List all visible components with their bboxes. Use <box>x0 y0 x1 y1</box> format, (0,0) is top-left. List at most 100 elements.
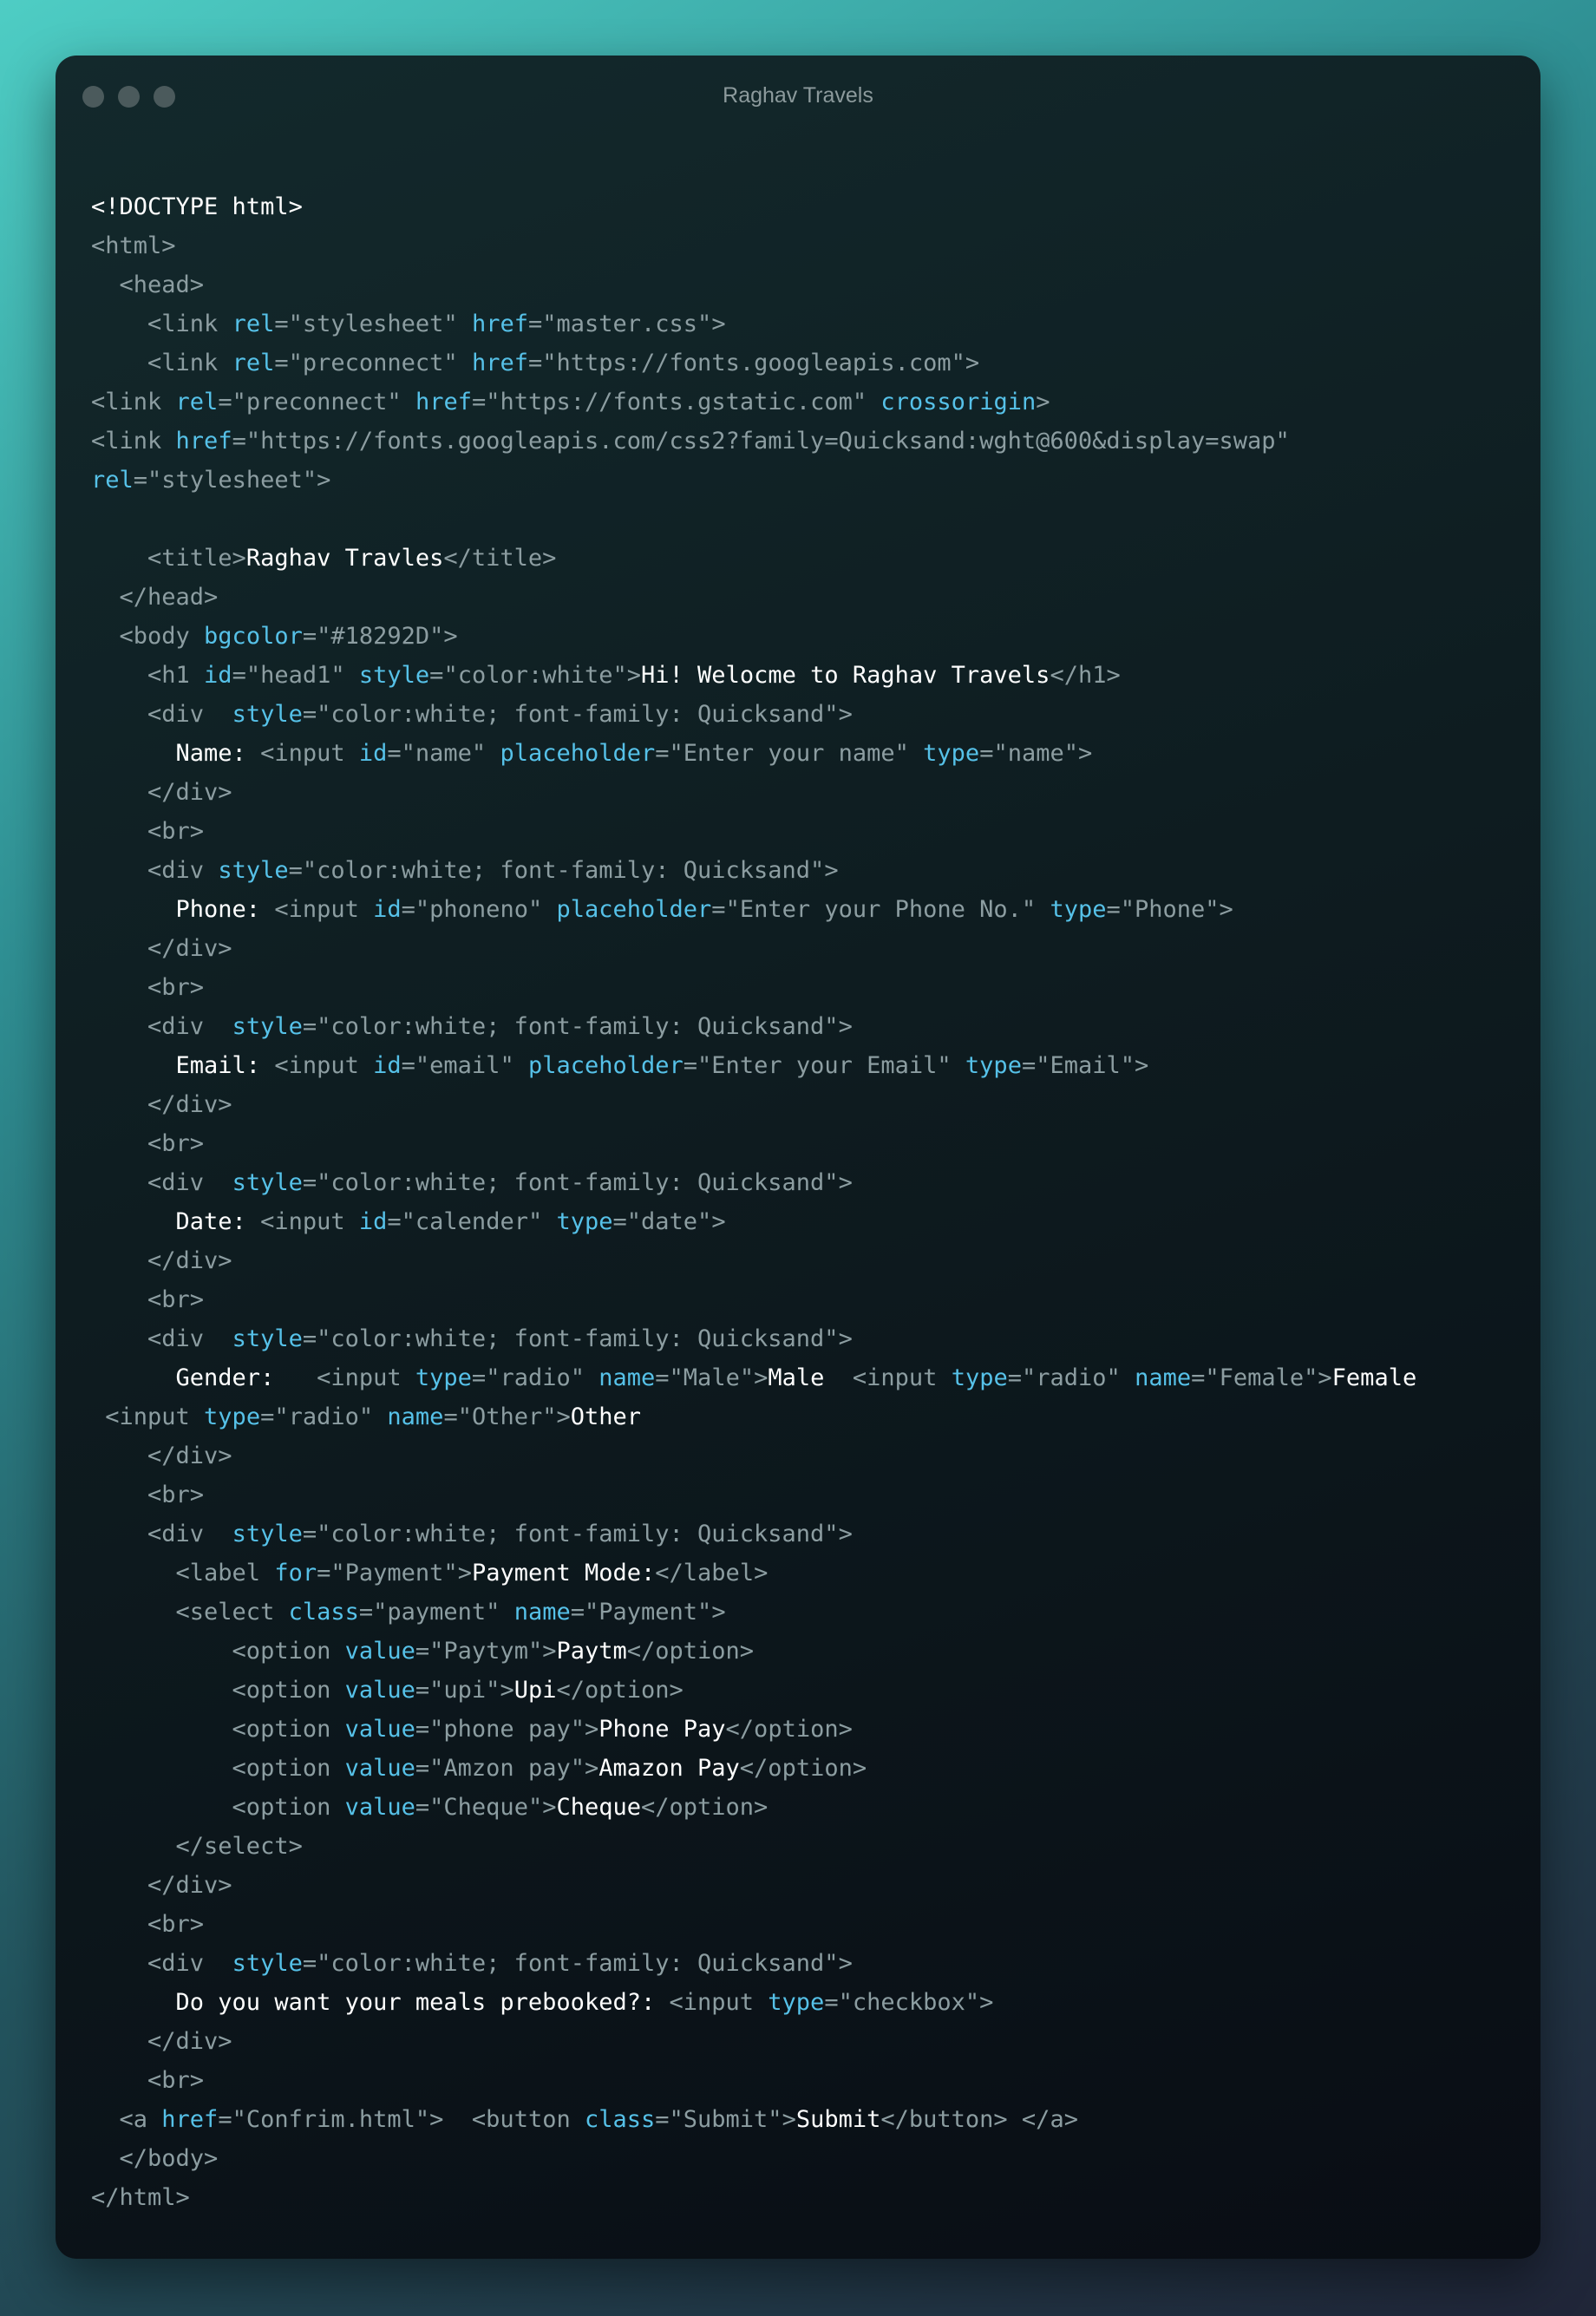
code-token: Do you want your meals prebooked?: <box>91 1989 670 2016</box>
code-token: "radio" <box>274 1403 374 1430</box>
code-token: type <box>556 1208 613 1235</box>
code-token: </option> <box>739 1755 867 1782</box>
code-token: > <box>838 1169 853 1196</box>
code-token: "head1" <box>245 662 345 689</box>
code-token: > <box>711 311 726 337</box>
code-line: <div style="color:white; font-family: Qu… <box>91 1007 1416 1046</box>
code-token: > <box>838 1325 853 1352</box>
code-line: rel="stylesheet"> <box>91 461 1416 500</box>
code-token: > <box>838 1521 853 1547</box>
code-line: <br> <box>91 1124 1416 1163</box>
code-token: style <box>232 1013 303 1040</box>
code-line: <option value="Amzon pay">Amazon Pay</op… <box>91 1749 1416 1788</box>
code-token: <input <box>317 1364 415 1391</box>
code-token: = <box>302 1013 317 1040</box>
code-token: > <box>584 1755 599 1782</box>
code-line: <link rel="preconnect" href="https://fon… <box>91 383 1416 422</box>
code-token: style <box>218 857 289 884</box>
code-token: <br> <box>91 974 205 1001</box>
code-token: = <box>302 1950 317 1977</box>
code-token: "Email" <box>1036 1052 1135 1079</box>
code-token: </head> <box>91 584 219 611</box>
code-token: "color:white; font-family: Quicksand" <box>317 701 839 728</box>
code-token: "name" <box>993 740 1078 767</box>
code-token: </div> <box>91 2028 232 2055</box>
code-token: <body <box>91 623 205 650</box>
code-line: <a href="Confrim.html"> <button class="S… <box>91 2100 1416 2139</box>
code-line: <br> <box>91 1905 1416 1944</box>
code-line: <!DOCTYPE html> <box>91 187 1416 226</box>
code-line: <html> <box>91 226 1416 265</box>
code-token: "radio" <box>486 1364 585 1391</box>
code-line: <select class="payment" name="Payment"> <box>91 1593 1416 1632</box>
code-token: Payment Mode: <box>471 1560 656 1587</box>
code-line: </head> <box>91 578 1416 617</box>
code-token: <option <box>91 1755 345 1782</box>
code-token: > <box>1318 1364 1332 1391</box>
code-token: style <box>232 701 303 728</box>
code-token: > <box>711 1208 726 1235</box>
code-token: > <box>1036 389 1050 415</box>
code-token: "Enter your Phone No." <box>725 896 1037 923</box>
code-token: <br> <box>91 2067 205 2094</box>
code-token: = <box>655 2106 670 2133</box>
code-line: <br> <box>91 812 1416 851</box>
code-token: = <box>401 896 415 923</box>
code-token: "date" <box>626 1208 712 1235</box>
code-token: </div> <box>91 1091 232 1118</box>
code-line: <option value="Paytym">Paytm</option> <box>91 1632 1416 1671</box>
code-token: = <box>218 389 232 415</box>
code-token: href <box>471 350 528 376</box>
code-token: value <box>344 1677 415 1704</box>
code-token: <option <box>91 1638 345 1665</box>
code-token: Raghav Travles <box>245 545 444 572</box>
code-line: <title>Raghav Travles</title> <box>91 539 1416 578</box>
code-line: <br> <box>91 1280 1416 1319</box>
code-token: = <box>1007 1364 1022 1391</box>
code-token: > <box>965 350 980 376</box>
code-token: <div <box>91 1169 232 1196</box>
code-token: "Male" <box>669 1364 755 1391</box>
code-token: = <box>133 467 148 494</box>
code-token: > <box>542 1794 557 1821</box>
code-token: Gender: <box>91 1364 317 1391</box>
code-token: = <box>683 1052 698 1079</box>
code-token: rel <box>232 311 275 337</box>
code-line: Do you want your meals prebooked?: <inpu… <box>91 1983 1416 2022</box>
code-token: > <box>711 1599 726 1626</box>
code-token: = <box>218 2106 232 2133</box>
code-token: <div <box>91 1950 232 1977</box>
code-token: <br> <box>91 818 205 845</box>
code-token: "#18292D" <box>317 623 444 650</box>
code-token: <br> <box>91 1286 205 1313</box>
code-token: href <box>471 311 528 337</box>
code-line: <head> <box>91 265 1416 304</box>
code-token: > <box>838 1013 853 1040</box>
code-line: Email: <input id="email" placeholder="En… <box>91 1046 1416 1085</box>
code-token: Upi <box>513 1677 557 1704</box>
code-token: <option <box>91 1716 345 1743</box>
code-token: id <box>204 662 232 689</box>
code-token: "stylesheet" <box>288 311 458 337</box>
code-token: <br> <box>91 1130 205 1157</box>
code-token: Amazon Pay <box>598 1755 740 1782</box>
code-token: style <box>358 662 430 689</box>
code-token: for <box>274 1560 317 1587</box>
code-token: name <box>1135 1364 1192 1391</box>
code-token: </div> <box>91 1443 232 1469</box>
code-token: "Enter your name" <box>669 740 909 767</box>
code-token: = <box>302 1169 317 1196</box>
code-token: = <box>302 1521 317 1547</box>
code-line: </div> <box>91 1866 1416 1905</box>
code-token: "phoneno" <box>415 896 543 923</box>
code-token: = <box>471 1364 487 1391</box>
code-token: = <box>1191 1364 1206 1391</box>
code-token: = <box>527 311 543 337</box>
code-token: > <box>500 1677 514 1704</box>
code-token: = <box>288 857 303 884</box>
code-token: = <box>387 1208 402 1235</box>
